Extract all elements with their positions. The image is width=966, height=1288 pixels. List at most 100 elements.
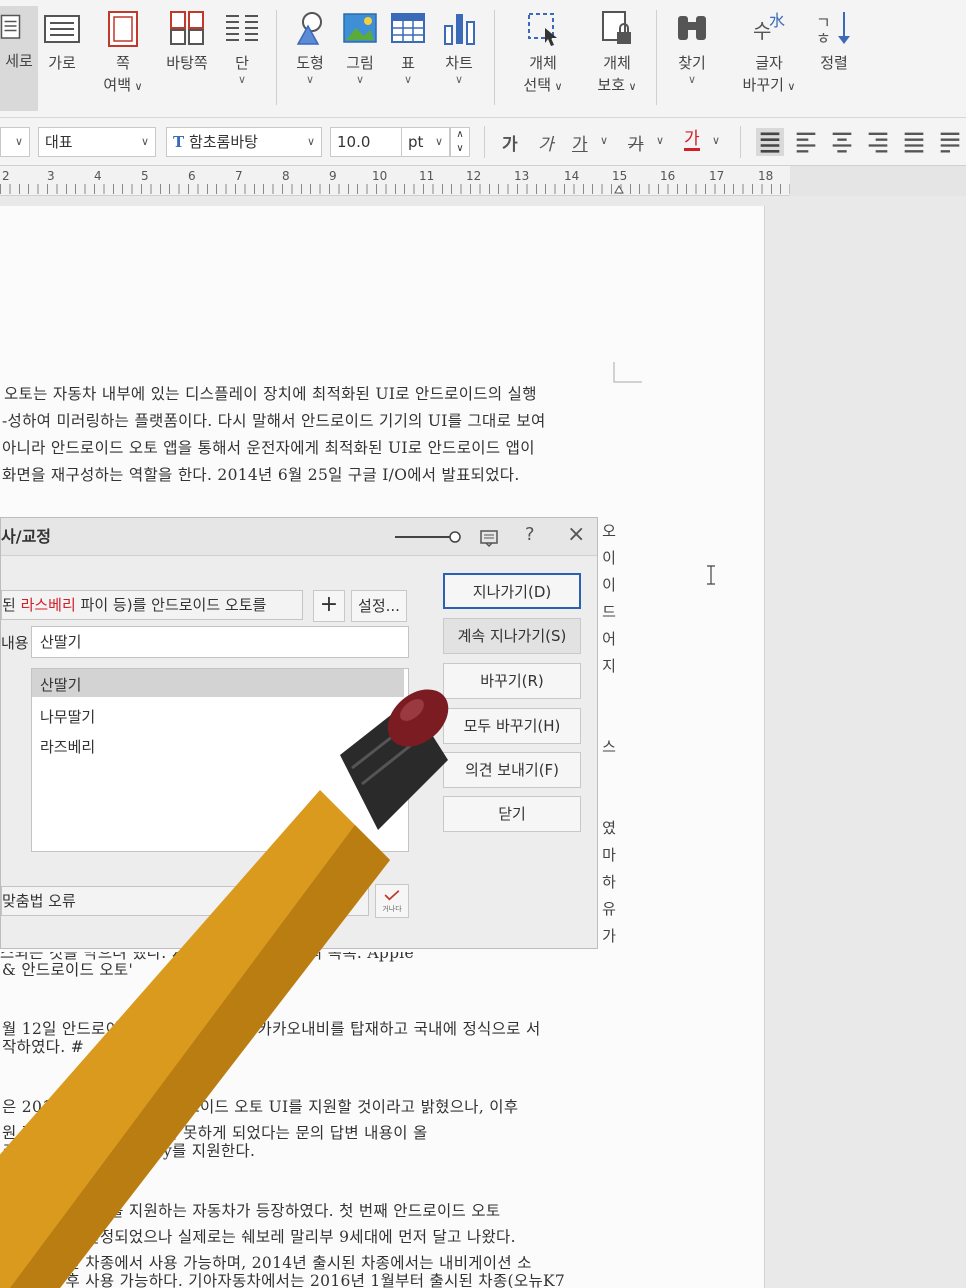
replace-all-button[interactable]: 모두 바꾸기(H) [443,708,581,744]
truetype-icon: T [173,133,185,151]
ribbon-separator [656,10,657,105]
add-word-button[interactable]: + [313,590,345,622]
toolbar-separator [740,126,741,158]
suggestion-item[interactable]: 라즈베리 [40,733,95,761]
indent-marker-icon[interactable] [614,184,624,194]
settings-button[interactable]: 설정... [351,590,407,622]
clipped-char: 어 [602,630,616,648]
ruler-number: 17 [709,169,725,183]
font-unit-select[interactable]: pt ∨ [402,127,450,157]
style-select-value: 대표 [45,133,73,151]
ribbon-object-protect-label2: 보호 ∨ [592,74,642,98]
ribbon-page-margin-button[interactable]: 쪽 여백 ∨ [102,8,144,98]
master-page-icon [170,11,204,45]
opacity-slider[interactable] [393,530,463,544]
error-type-field: 맞춤법 오류 [1,886,369,916]
ruler-gutter [790,166,966,196]
ribbon-columns-button[interactable]: 단 ∨ [222,8,262,86]
ribbon-object-protect-button[interactable]: 개체 보호 ∨ [592,8,642,98]
error-type-label: 맞춤법 오류 [2,892,76,910]
font-select[interactable]: T 함초롬바탕 ∨ [166,127,322,157]
page-margin-icon [108,11,138,47]
ribbon-master-page-button[interactable]: 바탕쪽 [162,8,212,74]
clipped-char [600,680,618,707]
ribbon-page-margin-label2: 여백 ∨ [102,74,144,98]
suggestion-item[interactable]: 산딸기 [40,671,81,699]
body-paragraph-line: 크 이미 Apple CarPlay를 지원한다. [2,1142,256,1160]
align-right-icon[interactable] [864,128,892,156]
ribbon-find-button[interactable]: 찾기 ∨ [670,8,714,86]
body-paragraph-line: 오토는 자동차 내부에 있는 디스플레이 장치에 최적화된 UI로 안드로이드의… [4,385,537,403]
suggestion-list[interactable]: 산딸기 나무딸기 라즈베리 [31,668,409,852]
align-justify-icon[interactable] [756,128,784,156]
strikethrough-button[interactable]: 가 [628,130,644,155]
spinner-up-icon[interactable]: ∧ [456,129,463,140]
ribbon-shapes-button[interactable]: 도형 ∨ [290,8,330,86]
font-size-input[interactable]: 10.0 [330,127,402,157]
misspelled-word: 라스베리 [20,596,76,614]
font-color-button[interactable]: 가 [684,130,700,151]
font-select-value: 함초롬바탕 [188,133,258,151]
ribbon-object-select-button[interactable]: 개체 선택 ∨ [518,8,568,98]
spell-check-dialog: 사/교정 ? × 된 라스베리 파이 등)를 안드로이드 오토를 + 설정...… [0,517,598,949]
ribbon-separator [494,10,495,105]
ruler-number: 18 [758,169,774,183]
ruler-number: 14 [564,169,580,183]
sort-icon: ㄱ ㅎ [816,12,850,48]
font-size-spinner[interactable]: ∧ ∨ [450,127,470,157]
replace-input[interactable]: 산딸기 [31,626,409,658]
chevron-down-icon: ∨ [454,73,464,86]
outline-level-select[interactable]: ∨ [0,127,30,157]
suggestion-item[interactable]: 나무딸기 [40,703,95,731]
chevron-down-icon: ∨ [131,80,143,93]
skip-all-button[interactable]: 계속 지나가기(S) [443,618,581,654]
replace-button[interactable]: 바꾸기(R) [443,663,581,699]
send-feedback-button[interactable]: 의견 보내기(F) [443,752,581,788]
chevron-down-icon: ∨ [783,80,796,93]
align-center-icon[interactable] [828,128,856,156]
spinner-down-icon[interactable]: ∨ [456,143,463,154]
body-paragraph-line: & 안드로이드 오토' [2,961,134,979]
ribbon-sort-button[interactable]: ㄱ ㅎ 정렬 [812,8,856,74]
svg-text:水: 水 [769,11,785,30]
horizontal-ruler[interactable]: 2 3 4 5 6 7 8 9 10 11 12 13 14 15 16 17 … [0,166,790,196]
grammar-check-button[interactable]: 거나다 [375,884,409,918]
close-dialog-button[interactable]: 닫기 [443,796,581,832]
ribbon-portrait-label: 세로 [5,52,33,70]
ribbon-char-convert-button[interactable]: 수 水 글자 바꾸기 ∨ [738,8,800,98]
chevron-down-icon[interactable]: ∨ [600,134,608,147]
font-unit-value: pt [408,133,424,151]
clipped-char: 유 [602,900,616,918]
skip-button[interactable]: 지나가기(D) [443,573,581,609]
ribbon-shapes-label: 도형 [296,54,324,72]
ribbon-picture-button[interactable]: 그림 ∨ [340,8,380,86]
ribbon-landscape-button[interactable]: 가로 [42,8,82,74]
chevron-down-icon[interactable]: ∨ [712,134,720,147]
italic-button[interactable]: 가 [538,130,554,155]
help-button[interactable]: ? [525,524,535,545]
body-paragraph-line: 작하였다. # [2,1038,84,1056]
clipped-char: 이 [602,549,616,567]
ribbon-table-label: 표 [401,54,415,72]
chevron-down-icon: ∨ [625,80,637,93]
columns-icon [226,15,258,41]
ribbon-table-button[interactable]: 표 ∨ [388,8,428,86]
sentence-context-field[interactable]: 된 라스베리 파이 등)를 안드로이드 오토를 [1,590,303,620]
align-distribute-icon[interactable] [900,128,928,156]
bold-button[interactable]: 가 [502,130,518,155]
style-select[interactable]: 대표 ∨ [38,127,156,157]
ribbon-chart-button[interactable]: 차트 ∨ [438,8,480,86]
clipped-char: 지 [602,657,616,675]
comment-icon[interactable] [479,528,499,548]
close-icon[interactable]: × [567,522,585,547]
ruler-number: 15 [612,169,628,183]
clipped-char [600,788,618,815]
dialog-titlebar[interactable]: 사/교정 [1,518,597,556]
body-paragraph-line: 은 2019년 T MAP에 안드로이드 오토 UI를 지원할 것이라고 밝혔으… [2,1098,519,1116]
ribbon-portrait-button[interactable]: 세로 [0,6,38,111]
underline-button[interactable]: 가 [572,130,588,155]
align-split-icon[interactable] [936,128,964,156]
chevron-down-icon[interactable]: ∨ [656,134,664,147]
align-left-icon[interactable] [792,128,820,156]
ribbon-toolbar: 세로 가로 쪽 여백 ∨ 바탕쪽 단 ∨ 도형 ∨ 그림 ∨ 표 ∨ 차트 ∨ … [0,0,966,118]
